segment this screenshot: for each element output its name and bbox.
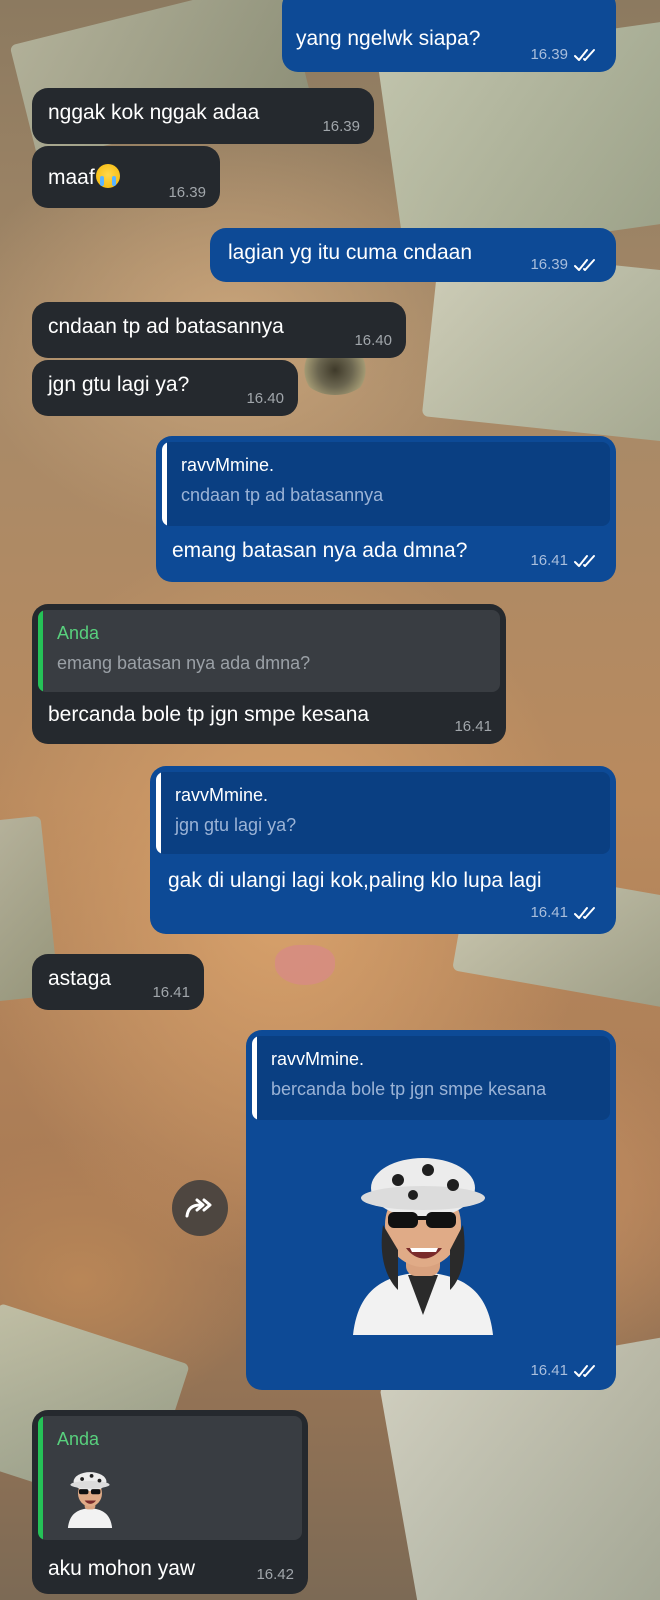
double-check-icon bbox=[574, 555, 595, 567]
message-time: 16.40 bbox=[354, 332, 392, 349]
message-time: 16.41 bbox=[530, 904, 568, 921]
quoted-reply[interactable]: ravvMmine. cndaan tp ad batasannya bbox=[162, 442, 610, 526]
message-meta: 16.39 bbox=[530, 46, 602, 64]
quote-accent-bar bbox=[252, 1036, 257, 1120]
message-bubble-outgoing[interactable]: lagian yg itu cuma cndaan 16.39 bbox=[210, 228, 616, 282]
message-meta: 16.41 bbox=[530, 1362, 602, 1380]
message-bubble-incoming[interactable]: astaga 16.41 bbox=[32, 954, 204, 1010]
message-time: 16.41 bbox=[530, 1362, 568, 1379]
message-time: 16.39 bbox=[322, 118, 360, 135]
quote-accent-bar bbox=[38, 610, 43, 692]
quoted-sender-name: ravvMmine. bbox=[181, 455, 275, 475]
message-meta: 16.39 bbox=[168, 184, 206, 202]
message-bubble-incoming[interactable]: maaf 16.39 bbox=[32, 146, 220, 208]
quote-accent-bar bbox=[156, 772, 161, 854]
quoted-text: emang batasan nya ada dmna? bbox=[57, 653, 311, 673]
quoted-text: cndaan tp ad batasannya bbox=[181, 485, 384, 505]
message-text: aku mohon yaw bbox=[48, 1557, 196, 1580]
message-bubble-outgoing[interactable]: ravvMmine. cndaan tp ad batasannya emang… bbox=[156, 436, 616, 582]
message-text: lagian yg itu cuma cndaan bbox=[228, 241, 472, 264]
message-time: 16.41 bbox=[152, 984, 190, 1001]
message-bubble-incoming[interactable]: Anda aku mohon yaw 16.42 bbox=[32, 1410, 308, 1594]
message-time: 16.41 bbox=[454, 718, 492, 735]
quoted-sender-name: Anda bbox=[57, 1429, 100, 1449]
crying-face-emoji-icon bbox=[95, 164, 120, 188]
message-text-row: maaf bbox=[48, 164, 120, 191]
quoted-text: bercanda bole tp jgn smpe kesana bbox=[271, 1079, 547, 1099]
message-time: 16.39 bbox=[168, 184, 206, 201]
message-bubble-incoming[interactable]: nggak kok nggak adaa 16.39 bbox=[32, 88, 374, 144]
message-bubble-incoming[interactable]: cndaan tp ad batasannya 16.40 bbox=[32, 302, 406, 358]
quoted-reply[interactable]: Anda emang batasan nya ada dmna? bbox=[38, 610, 500, 692]
quoted-sender-name: Anda bbox=[57, 623, 100, 643]
message-text: cndaan tp ad batasannya bbox=[48, 315, 284, 338]
quote-accent-bar bbox=[38, 1416, 43, 1540]
message-bubble-incoming[interactable]: Anda emang batasan nya ada dmna? bercand… bbox=[32, 604, 506, 744]
avatar-sticker[interactable] bbox=[328, 1140, 518, 1340]
quoted-reply[interactable]: ravvMmine. bercanda bole tp jgn smpe kes… bbox=[252, 1036, 610, 1120]
message-meta: 16.39 bbox=[322, 118, 360, 136]
message-bubble-outgoing[interactable]: ravvMmine. jgn gtu lagi ya? gak di ulang… bbox=[150, 766, 616, 934]
message-meta: 16.41 bbox=[454, 718, 492, 736]
message-meta: 16.41 bbox=[530, 552, 602, 570]
message-meta: 16.41 bbox=[152, 984, 190, 1002]
message-text: astaga bbox=[48, 967, 112, 990]
forward-icon bbox=[185, 1198, 212, 1218]
message-meta: 16.42 bbox=[256, 1566, 294, 1584]
message-meta: 16.41 bbox=[530, 904, 602, 922]
quoted-sender-name: ravvMmine. bbox=[271, 1049, 365, 1069]
double-check-icon bbox=[574, 259, 595, 271]
double-check-icon bbox=[574, 907, 595, 919]
quoted-sticker-thumbnail bbox=[67, 1472, 113, 1528]
wallpaper-cat-nose bbox=[275, 945, 335, 985]
message-bubble-incoming[interactable]: jgn gtu lagi ya? 16.40 bbox=[32, 360, 298, 416]
message-meta: 16.40 bbox=[246, 390, 284, 408]
message-text: yang ngelwk siapa? bbox=[296, 27, 481, 50]
quoted-text: jgn gtu lagi ya? bbox=[175, 815, 297, 835]
message-meta: 16.40 bbox=[354, 332, 392, 350]
message-meta: 16.39 bbox=[530, 256, 602, 274]
quoted-sender-name: ravvMmine. bbox=[175, 785, 269, 805]
message-text: bercanda bole tp jgn smpe kesana bbox=[48, 703, 370, 726]
message-time: 16.39 bbox=[530, 256, 568, 273]
message-time: 16.41 bbox=[530, 552, 568, 569]
message-bubble-outgoing[interactable]: ravvMmine. bercanda bole tp jgn smpe kes… bbox=[246, 1030, 616, 1390]
double-check-icon bbox=[574, 1365, 595, 1377]
message-text: nggak kok nggak adaa bbox=[48, 101, 260, 124]
quoted-reply[interactable]: Anda bbox=[38, 1416, 302, 1540]
message-text: gak di ulangi lagi kok,paling klo lupa l… bbox=[168, 869, 542, 892]
message-time: 16.40 bbox=[246, 390, 284, 407]
message-text: maaf bbox=[48, 166, 95, 189]
message-text: emang batasan nya ada dmna? bbox=[172, 539, 468, 562]
double-check-icon bbox=[574, 49, 595, 61]
message-time: 16.39 bbox=[530, 46, 568, 63]
message-text: jgn gtu lagi ya? bbox=[48, 373, 190, 396]
quote-accent-bar bbox=[162, 442, 167, 526]
message-bubble-outgoing[interactable]: yang ngelwk siapa? 16.39 bbox=[282, 0, 616, 72]
quoted-reply[interactable]: ravvMmine. jgn gtu lagi ya? bbox=[156, 772, 610, 854]
message-time: 16.42 bbox=[256, 1566, 294, 1583]
forward-button[interactable] bbox=[172, 1180, 228, 1236]
